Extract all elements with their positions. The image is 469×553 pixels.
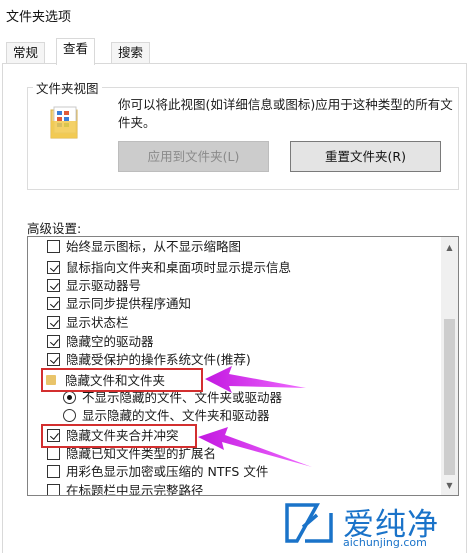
- annotation-arrows: [198, 366, 312, 467]
- watermark: 爱纯净 aichunjing.com: [281, 493, 467, 551]
- arrow-icon: [198, 427, 312, 467]
- tab-view[interactable]: 查看: [56, 38, 96, 65]
- arrow-icon: [205, 366, 306, 393]
- watermark-logo-icon: [285, 503, 333, 543]
- watermark-url: aichunjing.com: [343, 536, 427, 549]
